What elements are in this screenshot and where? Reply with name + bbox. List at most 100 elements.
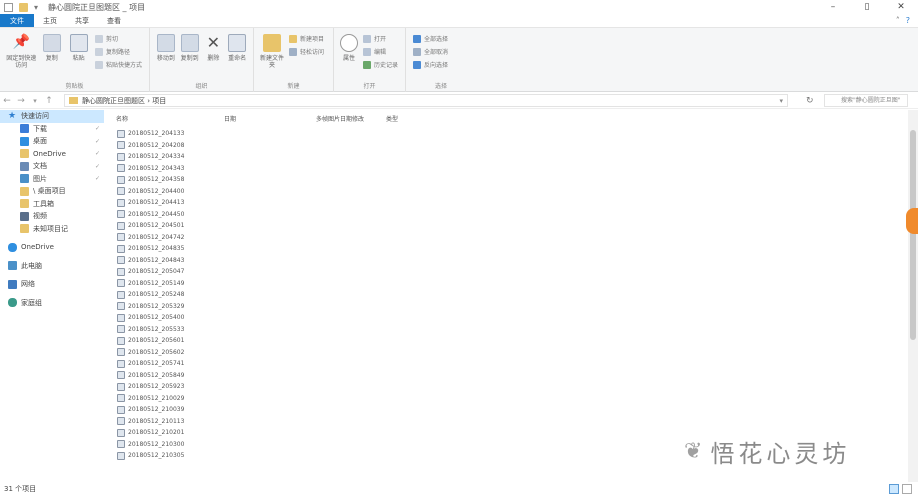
tab-share[interactable]: 共享	[66, 14, 98, 27]
file-row[interactable]: 20180512_210039	[108, 404, 184, 416]
file-row[interactable]: 20180512_204835	[108, 243, 184, 255]
file-row[interactable]: 20180512_205047	[108, 266, 184, 278]
collapse-ribbon-icon[interactable]: ˄	[896, 16, 900, 25]
homegroup-icon	[8, 298, 17, 308]
file-row[interactable]: 20180512_205329	[108, 301, 184, 313]
invert-selection-button[interactable]: 反向选择	[413, 60, 448, 69]
file-row[interactable]: 20180512_205149	[108, 278, 184, 290]
pin-icon: ✓	[94, 125, 100, 133]
file-row[interactable]: 20180512_205923	[108, 381, 184, 393]
nav-item[interactable]: 工具箱	[0, 198, 104, 211]
tab-home[interactable]: 主页	[34, 14, 66, 27]
file-row[interactable]: 20180512_204413	[108, 197, 184, 209]
open-button[interactable]: 打开	[362, 34, 398, 43]
nav-item[interactable]: 视频	[0, 210, 104, 223]
select-all-icon	[413, 34, 421, 43]
file-row[interactable]: 20180512_205400	[108, 312, 184, 324]
file-row[interactable]: 20180512_210201	[108, 427, 184, 439]
easy-access-button[interactable]: 轻松访问	[289, 47, 324, 56]
properties-icon[interactable]	[4, 2, 13, 12]
search-input[interactable]: 搜索"静心圆院正旦图"	[824, 94, 908, 107]
maximize-button[interactable]: ▯	[850, 0, 884, 14]
nav-item[interactable]: 图片 ✓	[0, 173, 104, 186]
file-row[interactable]: 20180512_205601	[108, 335, 184, 347]
nav-onedrive[interactable]: OneDrive	[0, 241, 104, 254]
file-row[interactable]: 20180512_205248	[108, 289, 184, 301]
qa-dropdown-icon[interactable]: ▾	[34, 3, 38, 12]
address-bar[interactable]: 静心圆院正旦图题区 › 项目 ▾	[64, 94, 788, 107]
file-icon	[117, 175, 125, 184]
file-row[interactable]: 20180512_204501	[108, 220, 184, 232]
nav-item[interactable]: 下载 ✓	[0, 123, 104, 136]
file-row[interactable]: 20180512_210113	[108, 416, 184, 428]
select-none-button[interactable]: 全部取消	[413, 47, 448, 56]
column-header-modified[interactable]: 多帧图片日期修改	[316, 114, 364, 123]
file-row[interactable]: 20180512_205602	[108, 347, 184, 359]
cut-button[interactable]: 剪切	[94, 34, 142, 43]
nav-this-pc[interactable]: 此电脑	[0, 260, 104, 273]
file-icon	[117, 152, 125, 161]
file-name: 20180512_205923	[128, 383, 185, 391]
file-row[interactable]: 20180512_204133	[108, 128, 184, 140]
file-name: 20180512_204835	[128, 245, 185, 253]
copy-path-icon	[94, 47, 103, 56]
column-header-type[interactable]: 类型	[386, 114, 398, 123]
file-name: 20180512_210113	[128, 417, 185, 425]
up-icon[interactable]: ↑	[42, 96, 56, 106]
file-icon	[117, 233, 125, 242]
forward-icon[interactable]: →	[14, 96, 28, 106]
nav-homegroup[interactable]: 家庭组	[0, 297, 104, 310]
recent-dropdown-icon[interactable]: ▾	[28, 97, 42, 105]
file-row[interactable]: 20180512_205533	[108, 324, 184, 336]
nav-item[interactable]: 桌面 ✓	[0, 135, 104, 148]
clipboard-group-label: 剪贴板	[65, 83, 84, 90]
back-icon[interactable]: ←	[0, 96, 14, 106]
file-row[interactable]: 20180512_204208	[108, 140, 184, 152]
file-name: 20180512_204742	[128, 233, 185, 241]
file-name: 20180512_205741	[128, 360, 185, 368]
refresh-icon[interactable]: ↻	[806, 96, 814, 106]
help-icon[interactable]: ?	[906, 16, 910, 25]
select-all-button[interactable]: 全部选择	[413, 34, 448, 43]
tab-file[interactable]: 文件	[0, 14, 34, 27]
file-row[interactable]: 20180512_205741	[108, 358, 184, 370]
column-header-date[interactable]: 日期	[224, 114, 236, 123]
file-row[interactable]: 20180512_210305	[108, 450, 184, 462]
file-row[interactable]: 20180512_204450	[108, 209, 184, 221]
scroll-thumb[interactable]	[910, 130, 916, 340]
tab-view[interactable]: 查看	[98, 14, 130, 27]
file-icon	[117, 428, 125, 437]
nav-network[interactable]: 网络	[0, 278, 104, 291]
file-name: 20180512_205047	[128, 268, 185, 276]
minimize-button[interactable]: –	[816, 0, 850, 14]
nav-item[interactable]: 文档 ✓	[0, 160, 104, 173]
file-row[interactable]: 20180512_204334	[108, 151, 184, 163]
side-float-tab[interactable]	[906, 208, 918, 234]
file-row[interactable]: 20180512_204400	[108, 186, 184, 198]
file-row[interactable]: 20180512_204843	[108, 255, 184, 267]
details-view-icon[interactable]	[889, 484, 899, 494]
file-icon	[117, 394, 125, 403]
new-item-button[interactable]: 新建项目	[289, 34, 324, 43]
copy-path-button[interactable]: 复制路径	[94, 47, 142, 56]
history-button[interactable]: 历史记录	[362, 60, 398, 69]
nav-item[interactable]: 未知项目记	[0, 223, 104, 236]
address-dropdown-icon[interactable]: ▾	[779, 97, 787, 105]
vertical-scrollbar[interactable]	[908, 110, 918, 482]
column-header-name[interactable]: 名称	[116, 114, 128, 123]
edit-button[interactable]: 编辑	[362, 47, 398, 56]
file-row[interactable]: 20180512_210300	[108, 439, 184, 451]
large-icons-view-icon[interactable]	[902, 484, 912, 494]
nav-quick-access[interactable]: ★ 快速访问	[0, 110, 104, 123]
file-row[interactable]: 20180512_210029	[108, 393, 184, 405]
close-button[interactable]: ✕	[884, 0, 918, 14]
nav-item[interactable]: OneDrive ✓	[0, 148, 104, 161]
file-row[interactable]: 20180512_204358	[108, 174, 184, 186]
file-row[interactable]: 20180512_204343	[108, 163, 184, 175]
file-row[interactable]: 20180512_204742	[108, 232, 184, 244]
new-folder-icon[interactable]	[19, 2, 28, 12]
organize-group-label: 组织	[195, 83, 208, 90]
paste-shortcut-button[interactable]: 粘贴快捷方式	[94, 60, 142, 69]
nav-item[interactable]: \ 桌面项目	[0, 185, 104, 198]
file-row[interactable]: 20180512_205849	[108, 370, 184, 382]
